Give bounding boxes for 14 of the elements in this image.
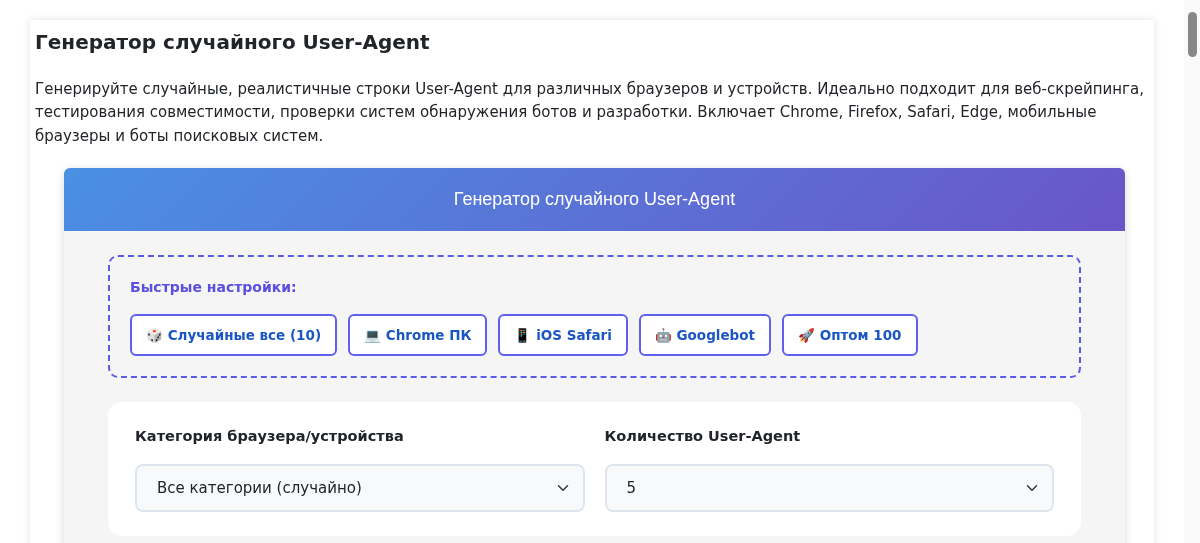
scrollbar[interactable] (1184, 0, 1200, 543)
quick-setting-button[interactable]: 💻 Chrome ПК (348, 313, 488, 356)
page-description: Генерируйте случайные, реалистичные строки User-Agent для различных браузеров и устройств. Идеально подходит для веб-скрейпинга, тестирования совместимости, проверки систем обнаружения ботов и разработки. Включает Chrome, Firefox, Safari, Edge, мобильные браузеры и боты поисковых систем. (35, 79, 1145, 147)
quick-setting-button[interactable]: 🎲 Случайные все (10) (130, 313, 338, 356)
field-label: Категория браузера/устройства (135, 427, 405, 446)
page-title: Генератор случайного User-Agent (35, 30, 431, 54)
quick-setting-button[interactable]: 🚀 Оптом 100 (782, 313, 918, 356)
tool-header: Генератор случайного User-Agent (64, 167, 1125, 231)
quick-settings-label: Быстрые настройки: (130, 277, 298, 297)
quick-setting-button[interactable]: 🤖 Googlebot (638, 313, 771, 356)
select-field[interactable]: Все категории (случайно) (135, 463, 585, 513)
quick-setting-button[interactable]: 📱 iOS Safari (498, 313, 628, 356)
select-field[interactable]: 5 (604, 463, 1054, 513)
field-label: Количество User-Agent (604, 427, 802, 446)
